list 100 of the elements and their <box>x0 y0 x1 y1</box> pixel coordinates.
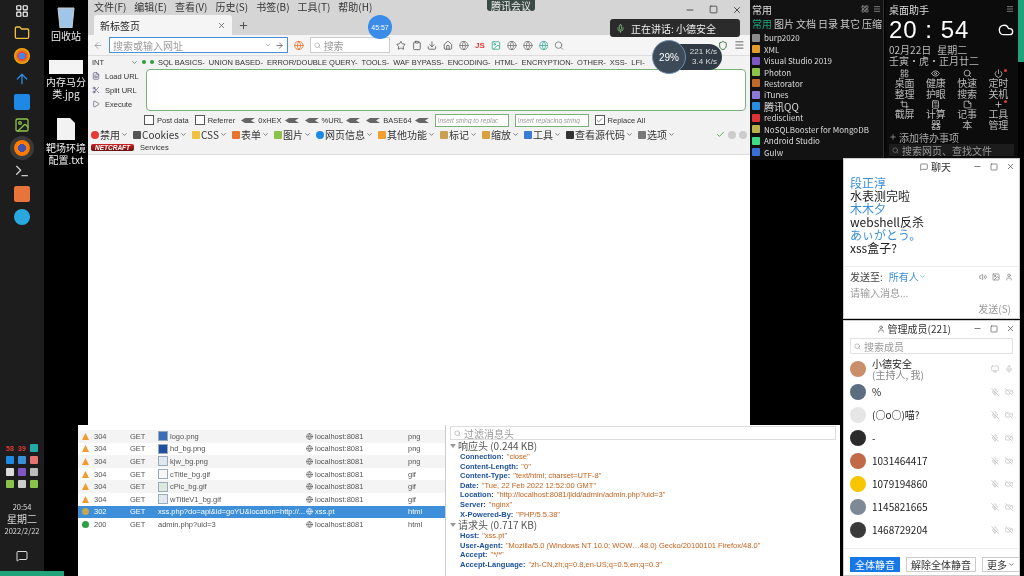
double-arrow-icon[interactable] <box>304 117 319 123</box>
app-name[interactable]: Android Studio <box>764 135 820 147</box>
tool-button[interactable]: 记事本 <box>951 100 983 130</box>
volume-icon[interactable] <box>979 272 987 281</box>
todo-link[interactable]: 添加待办事项 <box>889 131 1014 143</box>
new-tab-icon[interactable] <box>238 20 249 31</box>
download-icon[interactable] <box>427 39 438 51</box>
home-icon[interactable] <box>443 39 454 51</box>
filter-field[interactable]: 过滤消息头 <box>450 426 836 440</box>
tool-button[interactable]: 计算器 <box>920 100 952 130</box>
menu-item[interactable]: 书签(B) <box>256 0 290 13</box>
text-file-icon[interactable] <box>57 118 75 140</box>
maximize-icon[interactable] <box>709 5 718 14</box>
section-header[interactable]: 请求头 (0.717 KB) <box>450 519 836 532</box>
filter-input[interactable]: 过滤消息头 <box>464 427 832 439</box>
tool-button[interactable]: 健康护眼 <box>920 69 952 99</box>
category-tab[interactable]: 压缩 <box>862 16 882 32</box>
member-action-button[interactable]: 更多 <box>982 556 1020 572</box>
notification-icon[interactable] <box>16 550 28 562</box>
double-arrow-icon[interactable] <box>241 117 256 123</box>
person-icon[interactable] <box>1005 272 1013 281</box>
desktop-icon-label[interactable]: 靶场环境配置.txt <box>44 142 88 166</box>
toolbar-menu[interactable]: CSS <box>192 128 227 141</box>
image-icon[interactable] <box>14 117 30 133</box>
recycle-bin-icon[interactable] <box>56 4 76 28</box>
toolbar-menu[interactable]: 表单 <box>231 128 269 141</box>
shield-icon[interactable] <box>718 39 729 51</box>
app-name[interactable]: iTunes <box>764 89 789 101</box>
clipboard-icon[interactable] <box>411 39 422 51</box>
tool-button[interactable]: 工具管理 <box>982 100 1014 130</box>
menu-item[interactable]: 历史(S) <box>215 0 249 13</box>
double-arrow-icon[interactable] <box>346 117 361 123</box>
category-tab[interactable]: 常用 <box>752 16 772 32</box>
go-icon[interactable] <box>274 40 284 50</box>
close-icon[interactable] <box>732 5 742 15</box>
app-name[interactable]: Restorator <box>764 77 803 89</box>
app-name[interactable]: Visual Studio 2019 <box>764 55 832 67</box>
member-action-button[interactable]: 解除全体静音 <box>906 556 976 572</box>
back-icon[interactable] <box>93 39 103 51</box>
member-search-field[interactable]: 搜索成员 <box>850 338 1013 354</box>
close-icon[interactable] <box>217 20 226 30</box>
search-icon[interactable] <box>554 39 565 51</box>
close-icon[interactable] <box>1006 162 1015 171</box>
double-arrow-icon[interactable] <box>366 117 381 123</box>
desktop-icon-label[interactable]: 回收站 <box>44 30 88 42</box>
app-name[interactable]: Gulw <box>764 146 784 158</box>
toolbar-menu[interactable]: 选项 <box>637 128 675 141</box>
double-arrow-icon[interactable] <box>284 117 299 123</box>
tool-button[interactable]: 定时关机 <box>982 69 1014 99</box>
toolbar-menu[interactable]: 缩放 <box>481 128 519 141</box>
menu-item[interactable]: 文件(F) <box>94 0 127 13</box>
category-tab[interactable]: 其它 <box>840 16 860 32</box>
search-input[interactable]: 搜索 <box>323 39 386 51</box>
meeting-pill[interactable]: 腾讯会议 <box>487 0 535 11</box>
tool-button[interactable]: 截屏 <box>889 100 921 130</box>
toolbar-badge[interactable]: JS <box>475 40 485 50</box>
search-field[interactable]: 搜索 <box>309 37 390 53</box>
globe-icon[interactable] <box>459 39 470 51</box>
grid-icon[interactable] <box>861 5 869 13</box>
menu-icon[interactable] <box>1006 5 1014 13</box>
globe-icon[interactable] <box>538 39 549 51</box>
toolbar-menu[interactable]: 标记 <box>439 128 477 141</box>
browser-icon[interactable] <box>14 48 30 64</box>
category-tab[interactable]: 日录 <box>818 16 838 32</box>
desktop-icon-label[interactable]: 内存马分类.jpg <box>44 76 88 100</box>
tool-button[interactable]: 桌面整理 <box>889 69 921 99</box>
star-icon[interactable] <box>395 39 406 51</box>
menu-item[interactable]: 工具(T) <box>297 0 331 13</box>
app-name[interactable]: NoSQLBooster for MongoDB <box>764 123 869 135</box>
globe-icon[interactable] <box>522 39 533 51</box>
app-name[interactable]: Photon <box>764 66 792 78</box>
double-arrow-icon[interactable] <box>414 117 429 123</box>
category-tab[interactable]: 图片 <box>774 16 794 32</box>
menu-item[interactable]: 查看(V) <box>174 0 208 13</box>
app-name[interactable]: XML <box>764 43 780 55</box>
toolbar-menu[interactable]: 网页信息 <box>315 128 373 141</box>
app-name[interactable]: redisclient <box>764 112 804 124</box>
menu-icon[interactable] <box>734 39 745 51</box>
toolbar-menu[interactable]: 查看源代码 <box>565 128 633 141</box>
weather-icon[interactable] <box>998 22 1014 38</box>
recipient-select[interactable]: 所有人 <box>888 269 926 284</box>
app-icon[interactable] <box>14 209 30 225</box>
browser-icon[interactable] <box>14 140 30 156</box>
app-name[interactable]: burp2020 <box>764 32 800 44</box>
toolbar-menu[interactable]: Cookies <box>133 128 187 141</box>
address-field[interactable]: 搜索或输入网址 <box>108 37 288 53</box>
address-input[interactable]: 搜索或输入网址 <box>112 39 261 51</box>
folder-icon[interactable] <box>14 25 30 41</box>
section-header[interactable]: 响应头 (0.244 KB) <box>450 440 836 452</box>
menu-icon[interactable] <box>873 5 881 13</box>
toolbar-menu[interactable]: 其他功能 <box>377 128 435 141</box>
globe-icon[interactable] <box>293 39 304 51</box>
toolbar-menu[interactable]: 工具 <box>523 128 561 141</box>
terminal-icon[interactable] <box>14 163 30 179</box>
url-textarea[interactable] <box>146 69 746 111</box>
tool-button[interactable]: 快速搜索 <box>951 69 983 99</box>
toolbar-menu[interactable]: 禁用 <box>91 128 128 141</box>
menu-item[interactable]: 编辑(E) <box>134 0 167 13</box>
category-tab[interactable]: 文档 <box>796 16 816 32</box>
app-name[interactable]: 腾讯QQ <box>764 100 799 112</box>
